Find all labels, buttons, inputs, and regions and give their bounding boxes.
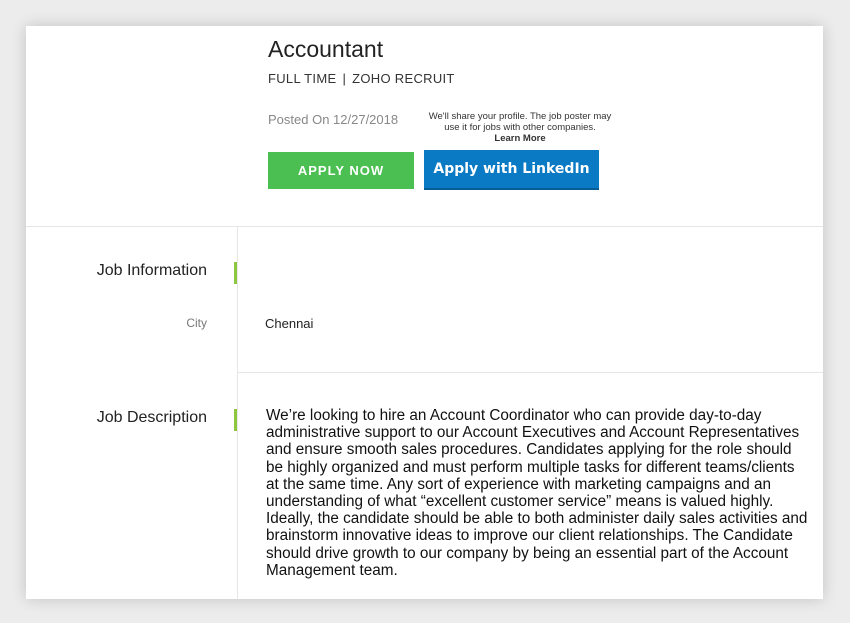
company-name: ZOHO RECRUIT: [352, 71, 455, 86]
city-label: City: [186, 316, 207, 330]
share-profile-note: We'll share your profile. The job poster…: [420, 111, 620, 144]
section-divider: [237, 372, 823, 373]
learn-more-link[interactable]: Learn More: [420, 133, 620, 144]
job-description-accent: [234, 409, 237, 431]
job-card: Accountant FULL TIME | ZOHO RECRUIT Posted…: [26, 26, 823, 599]
apply-now-button[interactable]: APPLY NOW: [268, 152, 414, 189]
job-description-heading: Job Description: [96, 409, 207, 426]
job-title: Accountant: [268, 36, 384, 62]
meta-separator: |: [342, 71, 347, 86]
city-value: Chennai: [265, 316, 314, 331]
job-header: Accountant FULL TIME | ZOHO RECRUIT Posted…: [26, 26, 823, 227]
posted-date: Posted On 12/27/2018: [268, 112, 399, 127]
job-information-heading: Job Information: [96, 262, 207, 279]
job-meta: FULL TIME | ZOHO RECRUIT: [268, 71, 455, 86]
job-type: FULL TIME: [268, 71, 337, 86]
apply-with-linkedin-button[interactable]: Apply with LinkedIn: [424, 150, 599, 190]
job-information-accent: [234, 262, 237, 284]
job-description-text: We’re looking to hire an Account Coordin…: [266, 407, 808, 579]
share-note-text: We'll share your profile. The job poster…: [428, 111, 612, 133]
column-divider: [237, 226, 238, 599]
